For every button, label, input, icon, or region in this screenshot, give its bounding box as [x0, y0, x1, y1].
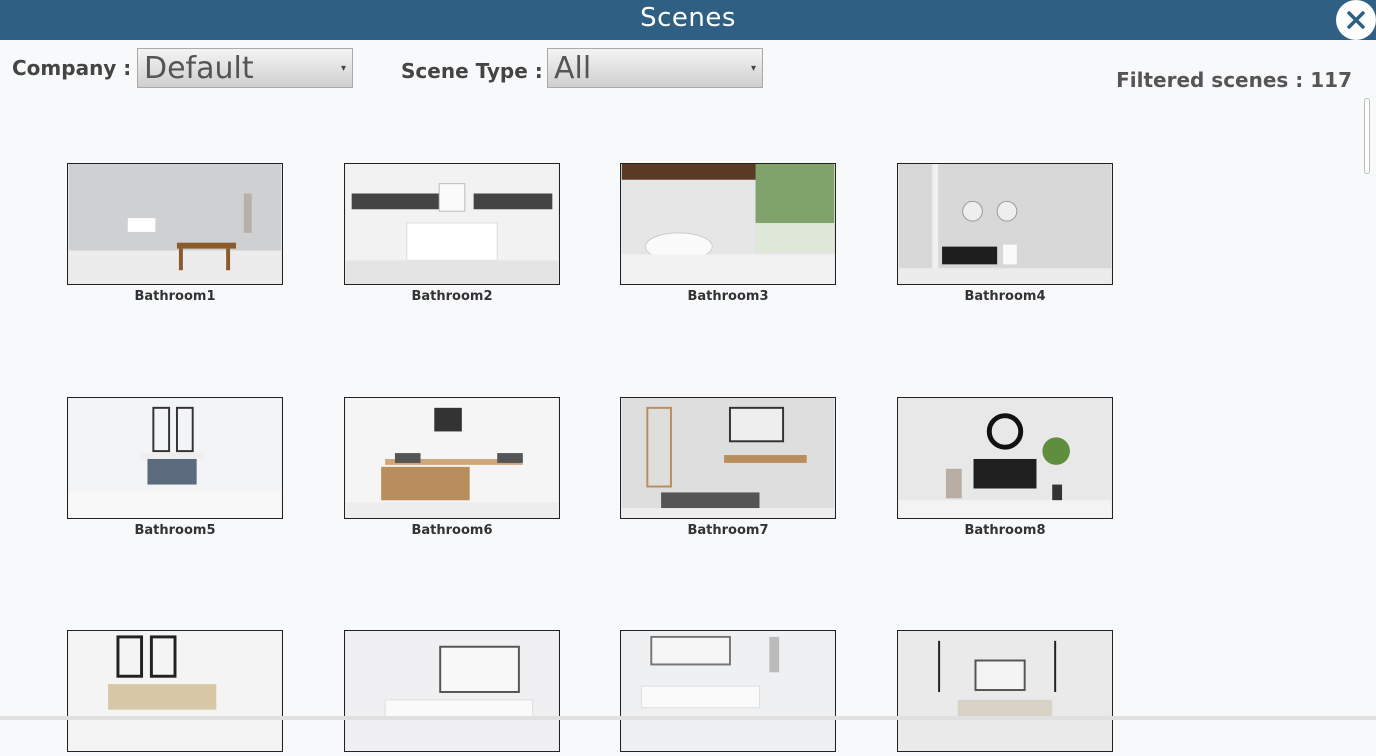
scene-label: Bathroom3 [687, 289, 769, 304]
scene-card[interactable] [67, 630, 283, 756]
scene-card[interactable]: Bathroom8 [897, 397, 1113, 538]
scene-grid: Bathroom1 Bathroom2 Bathroom3 Bathroom4 … [0, 0, 1376, 752]
scene-card[interactable]: Bathroom4 [897, 163, 1113, 304]
scene-thumbnail[interactable] [620, 163, 836, 285]
scene-card[interactable]: Bathroom6 [344, 397, 560, 538]
scene-label: Bathroom1 [134, 289, 216, 304]
scene-card[interactable]: Bathroom1 [67, 163, 283, 304]
scene-card[interactable] [620, 630, 836, 756]
scene-card[interactable]: Bathroom2 [344, 163, 560, 304]
scene-thumbnail[interactable] [897, 397, 1113, 519]
scene-thumbnail[interactable] [344, 163, 560, 285]
scene-thumbnail[interactable] [620, 397, 836, 519]
scene-thumbnail[interactable] [344, 630, 560, 752]
scene-thumbnail[interactable] [67, 630, 283, 752]
scene-label: Bathroom7 [687, 523, 769, 538]
scene-card[interactable]: Bathroom7 [620, 397, 836, 538]
scene-label: Bathroom4 [964, 289, 1046, 304]
scene-card[interactable] [897, 630, 1113, 756]
scene-card[interactable] [344, 630, 560, 756]
scene-thumbnail[interactable] [897, 163, 1113, 285]
scene-label: Bathroom8 [964, 523, 1046, 538]
scene-card[interactable]: Bathroom5 [67, 397, 283, 538]
scene-thumbnail[interactable] [344, 397, 560, 519]
scene-thumbnail[interactable] [67, 163, 283, 285]
scene-label: Bathroom5 [134, 523, 216, 538]
scene-card[interactable]: Bathroom3 [620, 163, 836, 304]
bottom-edge [0, 716, 1376, 720]
scene-label: Bathroom6 [411, 523, 493, 538]
scene-label: Bathroom2 [411, 289, 493, 304]
scene-thumbnail[interactable] [67, 397, 283, 519]
scene-thumbnail[interactable] [620, 630, 836, 752]
scene-thumbnail[interactable] [897, 630, 1113, 752]
